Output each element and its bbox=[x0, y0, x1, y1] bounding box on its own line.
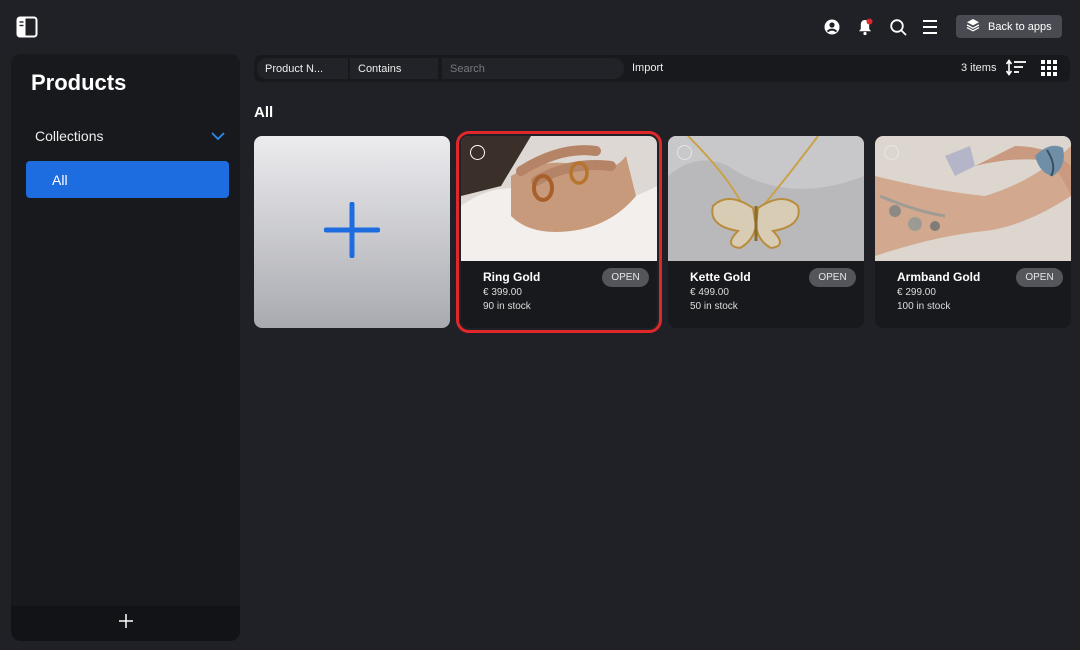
product-card[interactable]: Ring Gold € 399.00 90 in stock OPEN bbox=[456, 131, 662, 333]
filter-operator-label: Contains bbox=[358, 62, 402, 75]
product-price: € 399.00 bbox=[483, 287, 522, 298]
product-stock: 90 in stock bbox=[483, 301, 531, 312]
add-collection-button[interactable] bbox=[11, 606, 240, 641]
back-to-apps-label: Back to apps bbox=[988, 20, 1052, 33]
add-product-button[interactable] bbox=[254, 136, 450, 328]
product-card[interactable]: Kette Gold € 499.00 50 in stock OPEN bbox=[668, 136, 864, 328]
filter-field-select[interactable]: Product N... bbox=[257, 58, 348, 79]
select-radio[interactable] bbox=[677, 145, 692, 160]
product-name: Armband Gold bbox=[897, 270, 981, 284]
search-icon[interactable] bbox=[887, 16, 909, 38]
collections-toggle[interactable]: Collections bbox=[35, 128, 225, 144]
plus-icon bbox=[118, 613, 134, 634]
product-price: € 499.00 bbox=[690, 287, 729, 298]
item-count: 3 items bbox=[961, 62, 997, 74]
import-button[interactable]: Import bbox=[632, 62, 663, 74]
product-name: Kette Gold bbox=[690, 270, 751, 284]
collections-label: Collections bbox=[35, 128, 104, 144]
top-bar: Back to apps bbox=[0, 0, 1080, 54]
sidebar-item-label: All bbox=[52, 171, 68, 188]
product-image bbox=[875, 136, 1071, 261]
sidebar-title: Products bbox=[31, 70, 127, 95]
filter-operator-select[interactable]: Contains bbox=[350, 58, 438, 79]
chevron-down-icon bbox=[211, 128, 225, 144]
sidebar: Products Collections All bbox=[11, 54, 240, 641]
product-card[interactable]: Armband Gold € 299.00 100 in stock OPEN bbox=[875, 136, 1071, 328]
sidebar-item-all[interactable]: All bbox=[26, 161, 229, 198]
product-price: € 299.00 bbox=[897, 287, 936, 298]
layers-icon bbox=[966, 18, 980, 35]
product-stock: 50 in stock bbox=[690, 301, 738, 312]
section-title: All bbox=[254, 104, 274, 121]
open-button[interactable]: OPEN bbox=[1016, 268, 1063, 287]
notification-bell-icon[interactable] bbox=[854, 16, 876, 38]
open-button[interactable]: OPEN bbox=[602, 268, 649, 287]
product-image bbox=[461, 136, 657, 261]
back-to-apps-button[interactable]: Back to apps bbox=[956, 15, 1062, 38]
grid-view-icon[interactable] bbox=[1040, 59, 1062, 81]
sort-icon[interactable] bbox=[1005, 58, 1027, 80]
filter-field-label: Product N... bbox=[265, 62, 324, 75]
sidebar-toggle-icon[interactable] bbox=[16, 16, 38, 38]
product-name: Ring Gold bbox=[483, 270, 541, 284]
menu-icon[interactable] bbox=[919, 16, 941, 38]
select-radio[interactable] bbox=[470, 145, 485, 160]
plus-icon bbox=[323, 201, 381, 263]
product-image bbox=[668, 136, 864, 261]
open-button[interactable]: OPEN bbox=[809, 268, 856, 287]
account-icon[interactable] bbox=[821, 16, 843, 38]
search-input[interactable] bbox=[442, 58, 624, 79]
product-stock: 100 in stock bbox=[897, 301, 951, 312]
select-radio[interactable] bbox=[884, 145, 899, 160]
